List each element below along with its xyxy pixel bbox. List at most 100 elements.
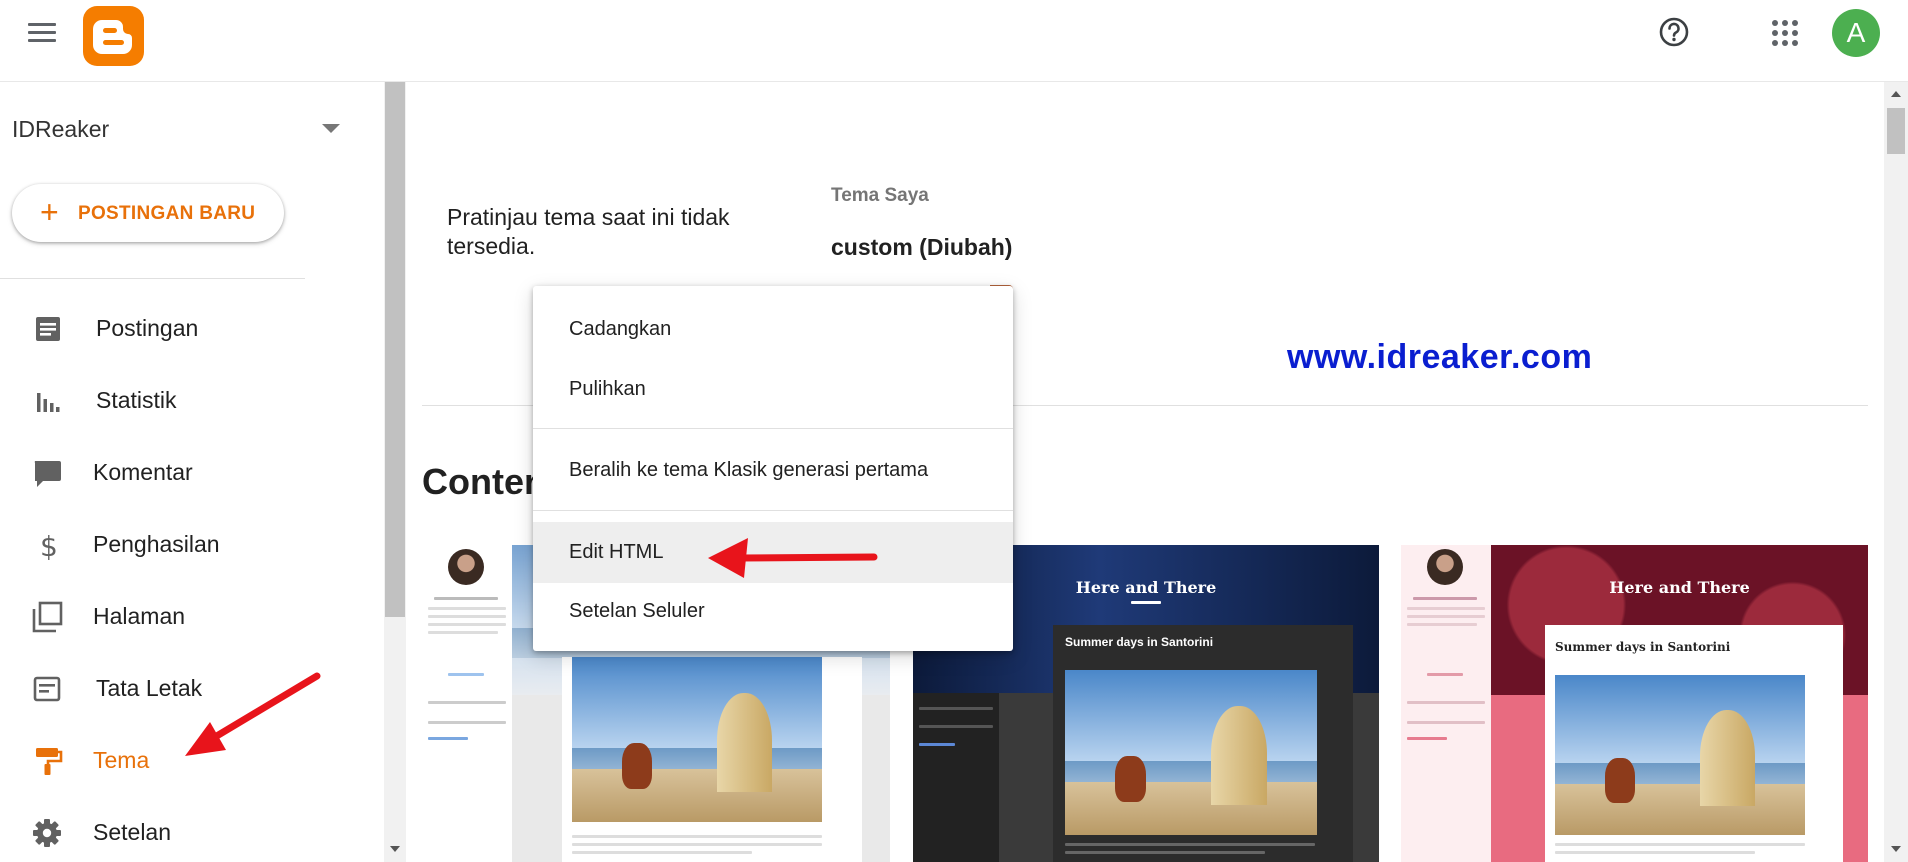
menu-item-mobile-settings[interactable]: Setelan Seluler (533, 584, 1013, 640)
sidebar-item-penghasilan[interactable]: $ Penghasilan (30, 518, 330, 570)
sidebar-item-statistik[interactable]: Statistik (30, 374, 330, 426)
sidebar-item-setelan[interactable]: Setelan (30, 806, 330, 858)
menu-item-cadangkan[interactable]: Cadangkan (533, 302, 1013, 358)
sidebar-item-label: Statistik (96, 387, 177, 413)
theme-preview-unavailable-text: Pratinjau tema saat ini tidak tersedia. (447, 204, 730, 259)
theme-preview-line (1065, 843, 1315, 846)
sidebar-scrollbar-thumb[interactable] (385, 82, 405, 617)
menu-divider (533, 510, 1013, 511)
menu-item-edit-html[interactable]: Edit HTML (533, 522, 1013, 583)
apps-grid-icon[interactable] (1770, 18, 1800, 48)
sidebar-item-label: Halaman (93, 603, 186, 629)
theme-preview-sidebar (422, 545, 512, 862)
menu-divider (533, 428, 1013, 429)
theme-preview-line (919, 725, 993, 728)
top-app-bar (0, 0, 1908, 82)
theme-preview-line (1131, 601, 1161, 604)
scroll-up-arrow-icon[interactable] (1891, 91, 1901, 97)
theme-preview-line (428, 631, 498, 634)
theme-preview-post-title: Summer days in Santorini (1555, 640, 1731, 654)
theme-preview-line (428, 721, 506, 724)
watermark-text: www.idreaker.com (1287, 338, 1593, 376)
theme-preview-line (1407, 721, 1485, 724)
theme-preview-line (1555, 843, 1805, 846)
pages-icon (30, 600, 64, 634)
menu-item-pulihkan[interactable]: Pulihkan (533, 362, 1013, 418)
my-theme-label: Tema Saya (831, 185, 929, 206)
theme-preview-line (1413, 597, 1477, 600)
theme-preview-line (428, 623, 506, 626)
theme-preview-line (1407, 623, 1477, 626)
theme-preview-line (572, 851, 752, 854)
santorini-photo (572, 657, 822, 822)
theme-preview-line (1407, 615, 1485, 618)
sidebar-item-label: Penghasilan (93, 531, 220, 557)
theme-options-menu: Cadangkan Pulihkan Beralih ke tema Klasi… (533, 286, 1013, 651)
scroll-down-arrow-icon[interactable] (390, 846, 400, 852)
new-post-label: POSTINGAN BARU (78, 203, 256, 224)
sidebar-item-label: Setelan (93, 819, 172, 845)
paint-roller-icon (30, 744, 64, 778)
section-title: Conten (422, 461, 546, 502)
blog-selector[interactable]: IDReaker (12, 116, 109, 143)
theme-card-contempo-pink[interactable]: Here and There Summer days in Santorini (1401, 545, 1868, 862)
sidebar-item-komentar[interactable]: Komentar (30, 446, 330, 498)
sidebar-item-tema[interactable]: Tema (30, 734, 330, 786)
current-theme-name: custom (Diubah) (831, 234, 1013, 260)
theme-preview-line (428, 607, 506, 610)
sidebar-item-label: Komentar (93, 459, 193, 485)
posts-icon (30, 312, 64, 346)
theme-preview-post (562, 657, 862, 862)
main-scrollbar[interactable] (1884, 82, 1908, 862)
theme-preview-line (1407, 701, 1485, 704)
theme-preview-line (434, 597, 498, 600)
menu-item-label: Beralih ke tema Klasik generasi pertama (569, 459, 929, 481)
theme-preview-avatar (448, 549, 484, 585)
scroll-down-arrow-icon[interactable] (1891, 846, 1901, 852)
account-avatar[interactable]: A (1832, 9, 1880, 57)
menu-item-label: Pulihkan (569, 378, 646, 400)
theme-preview-post-title: Summer days in Santorini (1065, 635, 1214, 649)
chevron-down-icon[interactable] (322, 124, 340, 133)
theme-preview-line (428, 701, 506, 704)
sidebar-item-label: Tata Letak (96, 675, 203, 701)
theme-preview-line (1407, 737, 1447, 740)
theme-preview-line (919, 743, 955, 746)
stats-icon (30, 384, 64, 418)
theme-preview-post: Summer days in Santorini (1545, 625, 1843, 862)
theme-preview-line (428, 615, 506, 618)
hamburger-menu-icon[interactable] (22, 18, 62, 48)
menu-item-switch-classic-theme[interactable]: Beralih ke tema Klasik generasi pertama (533, 443, 1013, 499)
theme-preview-line (1065, 851, 1265, 854)
theme-preview-line (448, 673, 484, 676)
menu-item-label: Setelan Seluler (569, 600, 705, 622)
santorini-photo (1065, 670, 1317, 835)
sidebar-item-halaman[interactable]: Halaman (30, 590, 330, 642)
theme-preview-line (572, 843, 822, 846)
theme-preview-line (919, 707, 993, 710)
blogger-logo[interactable] (83, 6, 144, 66)
new-post-button[interactable]: + POSTINGAN BARU (12, 184, 284, 242)
main-scrollbar-thumb[interactable] (1887, 108, 1905, 154)
theme-preview-blog-title: Here and There (1609, 578, 1750, 597)
theme-preview-line (1407, 607, 1485, 610)
theme-preview-post: Summer days in Santorini (1053, 625, 1353, 862)
menu-item-label: Edit HTML (569, 541, 664, 563)
layout-icon (30, 672, 64, 706)
theme-preview-sidebar (1401, 545, 1491, 862)
comments-icon (30, 456, 64, 490)
santorini-photo (1555, 675, 1805, 835)
svg-text:$: $ (40, 530, 58, 562)
theme-preview-line (1555, 851, 1755, 854)
theme-preview-line (572, 835, 822, 838)
sidebar-item-tata-letak[interactable]: Tata Letak (30, 662, 330, 714)
theme-preview-line (428, 737, 468, 740)
theme-preview-line (1427, 673, 1463, 676)
sidebar-item-postingan[interactable]: Postingan (30, 302, 330, 354)
sidebar-divider (0, 278, 305, 279)
gear-icon (30, 816, 64, 850)
help-icon[interactable] (1656, 14, 1692, 50)
sidebar-item-label: Postingan (96, 315, 199, 341)
sidebar-item-label: Tema (93, 747, 150, 773)
theme-preview-avatar (1427, 549, 1463, 585)
